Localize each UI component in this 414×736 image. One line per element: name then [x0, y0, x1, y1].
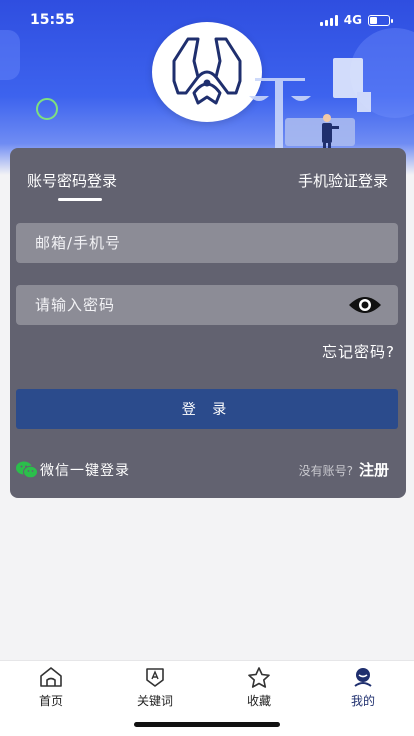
tab-favorites[interactable]: 收藏	[229, 665, 289, 709]
password-field	[16, 285, 398, 325]
login-button[interactable]: 登 录	[16, 389, 398, 429]
tab-home-label: 首页	[38, 694, 63, 708]
tab-active-indicator	[58, 198, 102, 201]
tab-favorites-label: 收藏	[246, 694, 271, 708]
status-indicators: 4G	[319, 13, 393, 27]
wechat-login-label: 微信一键登录	[40, 463, 130, 479]
battery-icon	[368, 14, 393, 26]
tab-keyword-label: 关键词	[136, 694, 173, 708]
tab-keyword[interactable]: 关键词	[125, 665, 185, 709]
no-account-text: 没有账号?	[298, 464, 353, 478]
wechat-login-button[interactable]: 微信一键登录	[16, 460, 130, 480]
status-time: 15:55	[30, 12, 75, 28]
justice-scale-illustration-icon	[245, 58, 385, 157]
tab-home[interactable]: 首页	[21, 665, 81, 709]
wechat-icon	[16, 461, 38, 479]
email-input[interactable]	[16, 223, 398, 263]
star-icon	[246, 665, 272, 689]
keyword-icon	[142, 665, 168, 689]
eye-icon[interactable]	[348, 293, 382, 317]
tab-account-login[interactable]: 账号密码登录	[27, 170, 117, 191]
tab-phone-login[interactable]: 手机验证登录	[298, 170, 388, 191]
register-link[interactable]: 注册	[359, 459, 389, 480]
decor-ring	[36, 98, 58, 120]
eagle-shield-logo-icon	[172, 37, 242, 105]
email-field	[16, 223, 398, 263]
tab-mine[interactable]: 我的	[333, 665, 393, 709]
password-input[interactable]	[16, 285, 398, 325]
register-row: 没有账号? 注册	[299, 459, 389, 480]
network-label: 4G	[343, 13, 362, 27]
login-card: 账号密码登录 手机验证登录 忘记密码? 登 录 微信一键登录 没有账号? 注册	[10, 148, 406, 498]
profile-icon	[350, 665, 376, 689]
tab-mine-label: 我的	[350, 694, 375, 708]
signal-icon	[319, 14, 338, 26]
home-icon	[38, 665, 64, 689]
home-indicator	[134, 722, 280, 727]
forgot-password-link[interactable]: 忘记密码?	[322, 341, 395, 362]
